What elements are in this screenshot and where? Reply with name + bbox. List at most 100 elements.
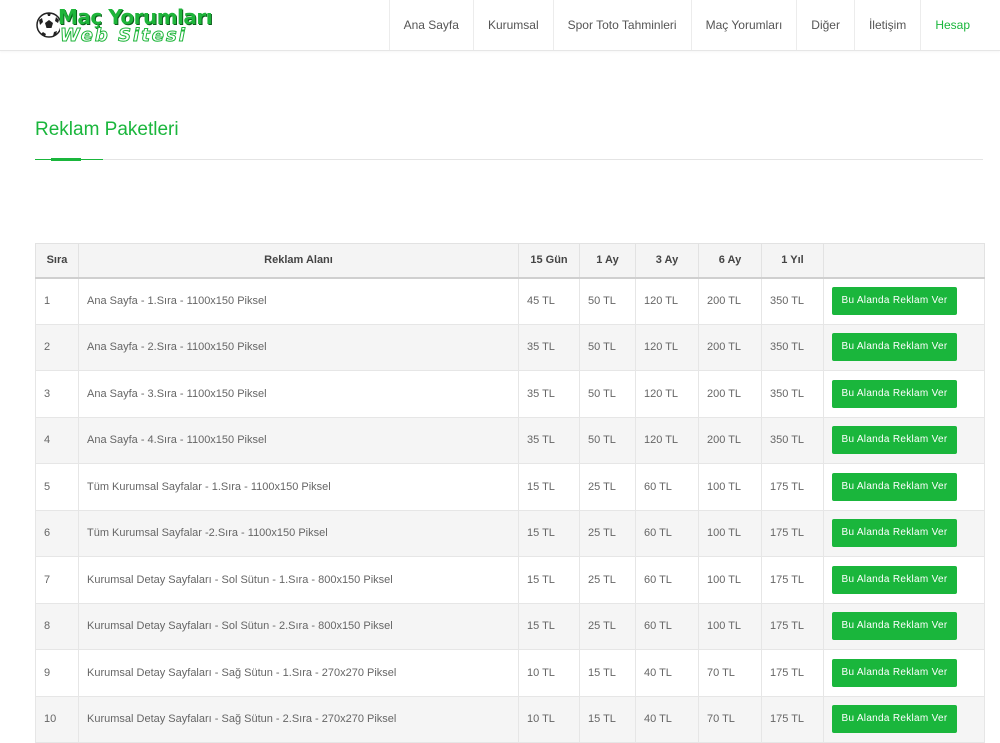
cell-price-1-year: 350 TL <box>761 277 824 325</box>
table-row: 4 Ana Sayfa - 4.Sıra - 1100x150 Piksel 35 … <box>35 416 985 464</box>
column-header-3-months: 3 Ay <box>635 243 699 279</box>
cell-price-1-month: 50 TL <box>579 323 636 371</box>
cell-action: Bu Alanda Reklam Ver <box>823 649 985 697</box>
table-header-row: Sıra Reklam Alanı 15 Gün 1 Ay 3 Ay 6 Ay … <box>35 243 985 279</box>
cell-price-1-year: 350 TL <box>761 323 824 371</box>
nav-item-mac-yorumlari[interactable]: Maç Yorumları <box>690 0 797 50</box>
cell-price-1-month: 25 TL <box>579 509 636 557</box>
cell-price-3-months: 60 TL <box>635 463 699 511</box>
cell-row-number: 7 <box>35 556 79 604</box>
nav-item-ana-sayfa[interactable]: Ana Sayfa <box>388 0 473 50</box>
cell-ad-area: Kurumsal Detay Sayfaları - Sağ Sütun - 1… <box>78 649 519 697</box>
cell-price-6-months: 70 TL <box>698 695 762 743</box>
cell-price-3-months: 120 TL <box>635 323 699 371</box>
cell-price-3-months: 40 TL <box>635 695 699 743</box>
cell-price-15-days: 15 TL <box>518 556 580 604</box>
cell-row-number: 3 <box>35 370 79 418</box>
cell-row-number: 5 <box>35 463 79 511</box>
table-body: 1 Ana Sayfa - 1.Sıra - 1100x150 Piksel 45 … <box>35 277 985 743</box>
cell-price-1-year: 175 TL <box>761 509 824 557</box>
ad-packages-table: Sıra Reklam Alanı 15 Gün 1 Ay 3 Ay 6 Ay … <box>35 243 985 743</box>
cell-ad-area: Ana Sayfa - 2.Sıra - 1100x150 Piksel <box>78 323 519 371</box>
cell-price-1-month: 50 TL <box>579 277 636 325</box>
title-divider <box>35 159 983 160</box>
main-menu: Ana Sayfa Kurumsal Spor Toto Tahminleri … <box>388 0 984 50</box>
cell-action: Bu Alanda Reklam Ver <box>823 463 985 511</box>
cell-price-6-months: 70 TL <box>698 649 762 697</box>
advertise-here-button[interactable]: Bu Alanda Reklam Ver <box>832 472 957 501</box>
advertise-here-button[interactable]: Bu Alanda Reklam Ver <box>832 612 957 641</box>
cell-row-number: 1 <box>35 277 79 325</box>
cell-action: Bu Alanda Reklam Ver <box>823 277 985 325</box>
cell-price-6-months: 100 TL <box>698 556 762 604</box>
cell-price-1-month: 25 TL <box>579 463 636 511</box>
cell-price-6-months: 100 TL <box>698 463 762 511</box>
cell-price-6-months: 200 TL <box>698 323 762 371</box>
nav-item-diger[interactable]: Diğer <box>796 0 854 50</box>
cell-action: Bu Alanda Reklam Ver <box>823 416 985 464</box>
column-header-15-days: 15 Gün <box>518 243 580 279</box>
title-divider-accent <box>81 159 103 160</box>
cell-price-15-days: 15 TL <box>518 602 580 650</box>
cell-action: Bu Alanda Reklam Ver <box>823 695 985 743</box>
top-navbar: Maç Yorumları Web Sitesi Ana Sayfa Kurum… <box>0 0 1000 51</box>
table-row: 7 Kurumsal Detay Sayfaları - Sol Sütun - … <box>35 556 985 604</box>
cell-row-number: 9 <box>35 649 79 697</box>
cell-ad-area: Tüm Kurumsal Sayfalar - 1.Sıra - 1100x15… <box>78 463 519 511</box>
cell-price-6-months: 200 TL <box>698 416 762 464</box>
cell-price-1-year: 175 TL <box>761 649 824 697</box>
cell-ad-area: Kurumsal Detay Sayfaları - Sol Sütun - 2… <box>78 602 519 650</box>
cell-price-15-days: 15 TL <box>518 509 580 557</box>
cell-row-number: 8 <box>35 602 79 650</box>
cell-action: Bu Alanda Reklam Ver <box>823 323 985 371</box>
cell-price-1-month: 50 TL <box>579 416 636 464</box>
advertise-here-button[interactable]: Bu Alanda Reklam Ver <box>832 519 957 548</box>
table-row: 9 Kurumsal Detay Sayfaları - Sağ Sütun - … <box>35 649 985 697</box>
advertise-here-button[interactable]: Bu Alanda Reklam Ver <box>832 379 957 408</box>
column-header-action <box>823 243 985 279</box>
cell-price-3-months: 60 TL <box>635 556 699 604</box>
cell-price-3-months: 60 TL <box>635 509 699 557</box>
site-logo[interactable]: Maç Yorumları Web Sitesi <box>36 4 213 47</box>
column-header-1-year: 1 Yıl <box>761 243 824 279</box>
cell-ad-area: Kurumsal Detay Sayfaları - Sağ Sütun - 2… <box>78 695 519 743</box>
advertise-here-button[interactable]: Bu Alanda Reklam Ver <box>832 565 957 594</box>
advertise-here-button[interactable]: Bu Alanda Reklam Ver <box>832 705 957 734</box>
cell-price-15-days: 10 TL <box>518 649 580 697</box>
column-header-1-month: 1 Ay <box>579 243 636 279</box>
cell-row-number: 4 <box>35 416 79 464</box>
cell-row-number: 6 <box>35 509 79 557</box>
advertise-here-button[interactable]: Bu Alanda Reklam Ver <box>832 658 957 687</box>
cell-ad-area: Ana Sayfa - 3.Sıra - 1100x150 Piksel <box>78 370 519 418</box>
cell-action: Bu Alanda Reklam Ver <box>823 509 985 557</box>
table-row: 6 Tüm Kurumsal Sayfalar -2.Sıra - 1100x15… <box>35 509 985 557</box>
table-row: 10 Kurumsal Detay Sayfaları - Sağ Sütun -… <box>35 695 985 743</box>
cell-price-15-days: 10 TL <box>518 695 580 743</box>
cell-price-6-months: 200 TL <box>698 277 762 325</box>
nav-item-spor-toto-tahminleri[interactable]: Spor Toto Tahminleri <box>552 0 691 50</box>
cell-action: Bu Alanda Reklam Ver <box>823 556 985 604</box>
cell-price-3-months: 60 TL <box>635 602 699 650</box>
cell-price-3-months: 120 TL <box>635 370 699 418</box>
nav-item-iletisim[interactable]: İletişim <box>853 0 920 50</box>
cell-row-number: 2 <box>35 323 79 371</box>
cell-price-1-year: 175 TL <box>761 463 824 511</box>
cell-row-number: 10 <box>35 695 79 743</box>
nav-item-kurumsal[interactable]: Kurumsal <box>472 0 553 50</box>
cell-price-6-months: 100 TL <box>698 509 762 557</box>
logo-subtitle: Web Sitesi <box>60 25 187 47</box>
advertise-here-button[interactable]: Bu Alanda Reklam Ver <box>832 287 957 315</box>
nav-item-hesap[interactable]: Hesap <box>920 0 984 50</box>
cell-price-1-year: 175 TL <box>761 556 824 604</box>
table-row: 1 Ana Sayfa - 1.Sıra - 1100x150 Piksel 45 … <box>35 277 985 325</box>
advertise-here-button[interactable]: Bu Alanda Reklam Ver <box>832 333 957 362</box>
column-header-6-months: 6 Ay <box>698 243 762 279</box>
cell-ad-area: Ana Sayfa - 1.Sıra - 1100x150 Piksel <box>78 277 519 325</box>
table-row: 2 Ana Sayfa - 2.Sıra - 1100x150 Piksel 35 … <box>35 323 985 371</box>
cell-price-3-months: 40 TL <box>635 649 699 697</box>
cell-price-1-year: 175 TL <box>761 602 824 650</box>
advertise-here-button[interactable]: Bu Alanda Reklam Ver <box>832 426 957 455</box>
cell-price-6-months: 100 TL <box>698 602 762 650</box>
cell-price-1-month: 25 TL <box>579 556 636 604</box>
cell-ad-area: Ana Sayfa - 4.Sıra - 1100x150 Piksel <box>78 416 519 464</box>
